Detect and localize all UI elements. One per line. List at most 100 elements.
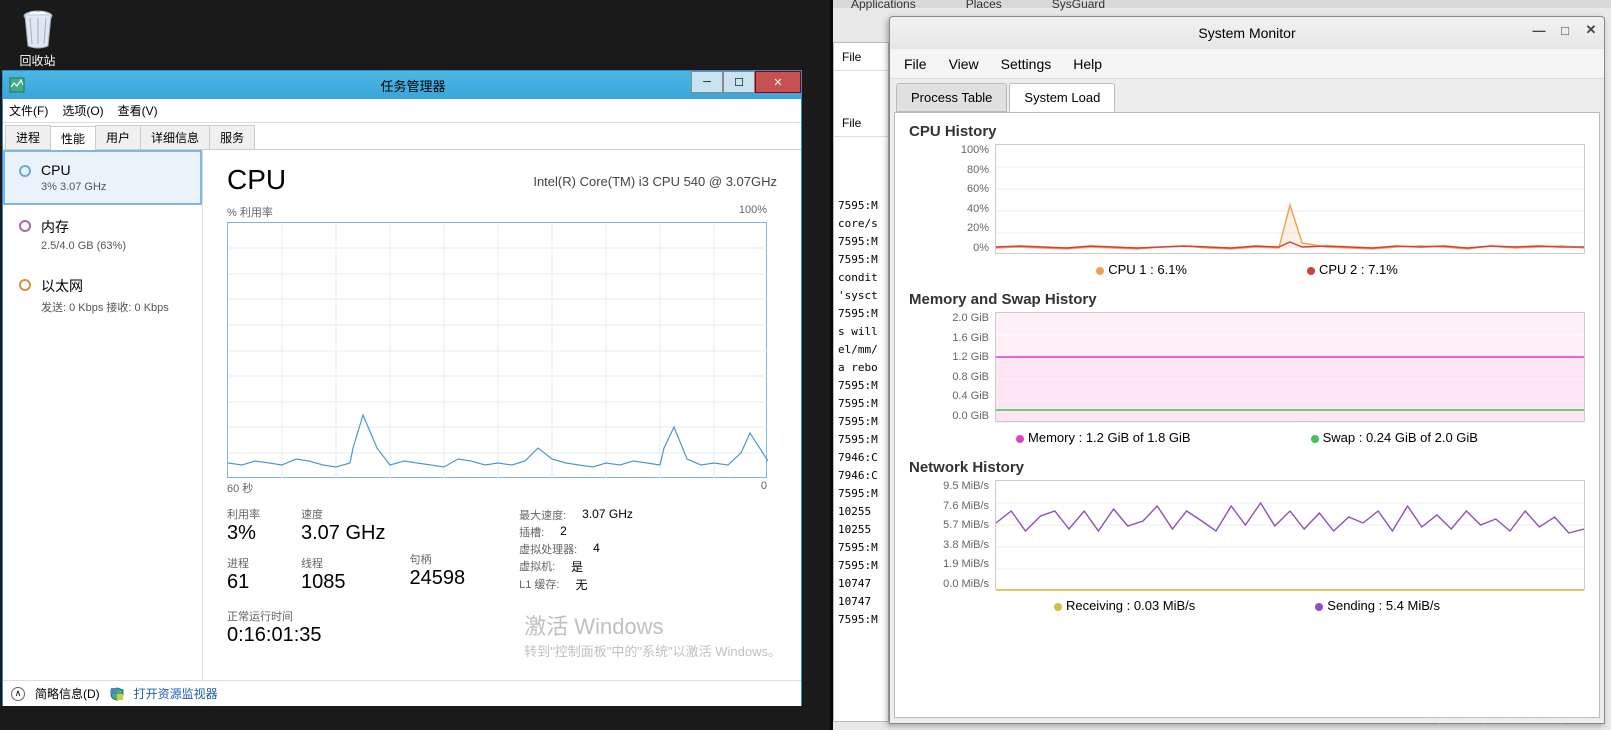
network-history-section: Network History 9.5 MiB/s7.6 MiB/s5.7 Mi… xyxy=(909,459,1585,613)
panel-applications[interactable]: Applications xyxy=(851,0,916,9)
mini-menu-file2[interactable]: File xyxy=(834,109,888,137)
net-legend: Receiving : 0.03 MiB/s Sending : 5.4 MiB… xyxy=(909,598,1585,613)
task-manager-icon xyxy=(9,77,25,93)
sm-titlebar[interactable]: System Monitor — □ ✕ xyxy=(890,17,1604,49)
handle-value: 24598 xyxy=(409,567,465,590)
sockets-value: 2 xyxy=(560,524,620,540)
mini-menu-file[interactable]: File xyxy=(834,43,888,71)
cpu-dot-icon xyxy=(19,165,31,177)
network-history-chart xyxy=(995,480,1585,590)
cpu-history-heading: CPU History xyxy=(909,123,1585,140)
sm-menu-settings[interactable]: Settings xyxy=(1001,56,1052,72)
sidebar-net-sub: 发送: 0 Kbps 接收: 0 Kbps xyxy=(41,299,169,315)
tabstrip: 进程 性能 用户 详细信息 服务 xyxy=(3,123,801,150)
dot-icon xyxy=(1016,435,1024,443)
activate-watermark: 激活 Windows 转到"控制面板"中的"系统"以激活 Windows。 xyxy=(524,609,781,660)
legend-item: CPU 1 : 6.1% xyxy=(1096,262,1187,277)
cpu-history-section: CPU History 100%80%60%40%20%0% CPU 1 : 6… xyxy=(909,123,1585,277)
tab-performance[interactable]: 性能 xyxy=(50,126,96,150)
l1-label: L1 缓存: xyxy=(519,576,559,593)
sidebar-cpu-title: CPU xyxy=(41,162,106,178)
ylabel: 20% xyxy=(909,222,989,234)
tab-details[interactable]: 详细信息 xyxy=(140,125,210,149)
panel-items: Applications Places SysGuard xyxy=(833,0,1611,9)
titlebar[interactable]: 任务管理器 ─ ☐ ✕ xyxy=(3,71,801,99)
ylabel: 1.2 GiB xyxy=(909,351,989,363)
maximize-button[interactable]: ☐ xyxy=(723,71,755,93)
memory-history-chart xyxy=(995,312,1585,422)
ylabel: 0.0 MiB/s xyxy=(909,578,989,590)
close-button[interactable]: ✕ xyxy=(755,71,801,93)
util-value: 3% xyxy=(227,522,277,545)
ylabel: 0% xyxy=(909,242,989,254)
proc-label: 进程 xyxy=(227,555,277,571)
sm-maximize-button[interactable]: □ xyxy=(1558,23,1572,37)
menu-view[interactable]: 查看(V) xyxy=(118,102,158,119)
thread-label: 线程 xyxy=(301,555,385,571)
handle-label: 句柄 xyxy=(409,551,465,567)
mem-ylabels: 2.0 GiB1.6 GiB1.2 GiB0.8 GiB0.4 GiB0.0 G… xyxy=(909,312,989,422)
sm-tab-system-load[interactable]: System Load xyxy=(1009,83,1115,112)
recycle-bin[interactable]: 回收站 xyxy=(10,8,65,69)
network-history-heading: Network History xyxy=(909,459,1585,476)
mem-legend: Memory : 1.2 GiB of 1.8 GiB Swap : 0.24 … xyxy=(909,430,1585,445)
sm-tabstrip: Process Table System Load xyxy=(890,79,1604,112)
vproc-label: 虚拟处理器: xyxy=(519,541,577,557)
sm-tab-process-table[interactable]: Process Table xyxy=(896,83,1007,112)
sidebar-item-memory[interactable]: 内存 2.5/4.0 GB (63%) xyxy=(3,205,202,264)
legend-item: Memory : 1.2 GiB of 1.8 GiB xyxy=(1016,430,1191,445)
net-ylabels: 9.5 MiB/s7.6 MiB/s5.7 MiB/s3.8 MiB/s1.9 … xyxy=(909,480,989,590)
sockets-label: 插槽: xyxy=(519,524,544,540)
chevron-up-icon[interactable]: ∧ xyxy=(11,687,25,701)
recycle-bin-label: 回收站 xyxy=(10,52,65,69)
menu-file[interactable]: 文件(F) xyxy=(9,102,48,119)
sm-body: CPU History 100%80%60%40%20%0% CPU 1 : 6… xyxy=(894,112,1600,718)
legend-text: CPU 1 : 6.1% xyxy=(1108,262,1187,277)
tab-processes[interactable]: 进程 xyxy=(5,125,51,149)
perf-main: CPU Intel(R) Core(TM) i3 CPU 540 @ 3.07G… xyxy=(203,150,801,680)
sidebar-net-title: 以太网 xyxy=(41,276,169,296)
perf-sidebar: CPU 3% 3.07 GHz 内存 2.5/4.0 GB (63%) 以太网 … xyxy=(3,150,203,680)
sm-menu-file[interactable]: File xyxy=(904,56,927,72)
sidebar-item-ethernet[interactable]: 以太网 发送: 0 Kbps 接收: 0 Kbps xyxy=(3,264,202,327)
sm-menu-view[interactable]: View xyxy=(949,56,979,72)
dot-icon xyxy=(1307,267,1315,275)
util-label: 利用率 xyxy=(227,506,277,522)
ylabel: 100% xyxy=(909,144,989,156)
sidebar-item-cpu[interactable]: CPU 3% 3.07 GHz xyxy=(3,150,202,205)
cpu-chart xyxy=(227,222,767,478)
cpu-ylabels: 100%80%60%40%20%0% xyxy=(909,144,989,254)
watermark-title: 激活 Windows xyxy=(524,609,781,641)
menu-options[interactable]: 选项(O) xyxy=(62,102,103,119)
legend-item: CPU 2 : 7.1% xyxy=(1307,262,1398,277)
brief-info-link[interactable]: 简略信息(D) xyxy=(35,685,100,702)
legend-text: CPU 2 : 7.1% xyxy=(1319,262,1398,277)
ylabel: 1.6 GiB xyxy=(909,332,989,344)
speed-label: 速度 xyxy=(301,506,385,522)
window-title: 任务管理器 xyxy=(25,76,801,95)
legend-text: Receiving : 0.03 MiB/s xyxy=(1066,598,1195,613)
speed-value: 3.07 GHz xyxy=(301,522,385,545)
panel-sysguard[interactable]: SysGuard xyxy=(1052,0,1105,9)
task-manager-window: 任务管理器 ─ ☐ ✕ 文件(F) 选项(O) 查看(V) 进程 性能 用户 详… xyxy=(2,70,802,706)
memory-history-section: Memory and Swap History 2.0 GiB1.6 GiB1.… xyxy=(909,291,1585,445)
sm-menu-help[interactable]: Help xyxy=(1073,56,1102,72)
ylabel: 0.4 GiB xyxy=(909,390,989,402)
terminal-output: 7595:M core/s 7595:M 7595:M condit 'sysc… xyxy=(834,191,888,635)
sidebar-mem-sub: 2.5/4.0 GB (63%) xyxy=(41,240,126,252)
tab-users[interactable]: 用户 xyxy=(95,125,141,149)
legend-item: Sending : 5.4 MiB/s xyxy=(1315,598,1440,613)
l1-value: 无 xyxy=(575,576,635,593)
menubar: 文件(F) 选项(O) 查看(V) xyxy=(3,99,801,123)
system-monitor-window: System Monitor — □ ✕ File View Settings … xyxy=(889,16,1605,724)
memory-history-heading: Memory and Swap History xyxy=(909,291,1585,308)
sm-close-button[interactable]: ✕ xyxy=(1584,23,1598,37)
panel-places[interactable]: Places xyxy=(966,0,1002,9)
maxspeed-label: 最大速度: xyxy=(519,507,566,523)
minimize-button[interactable]: ─ xyxy=(691,71,723,93)
maxspeed-value: 3.07 GHz xyxy=(582,507,642,523)
vm-label: 虚拟机: xyxy=(519,558,555,575)
sm-minimize-button[interactable]: — xyxy=(1532,23,1546,37)
tab-services[interactable]: 服务 xyxy=(209,125,255,149)
open-resource-monitor-link[interactable]: 打开资源监视器 xyxy=(134,685,218,702)
